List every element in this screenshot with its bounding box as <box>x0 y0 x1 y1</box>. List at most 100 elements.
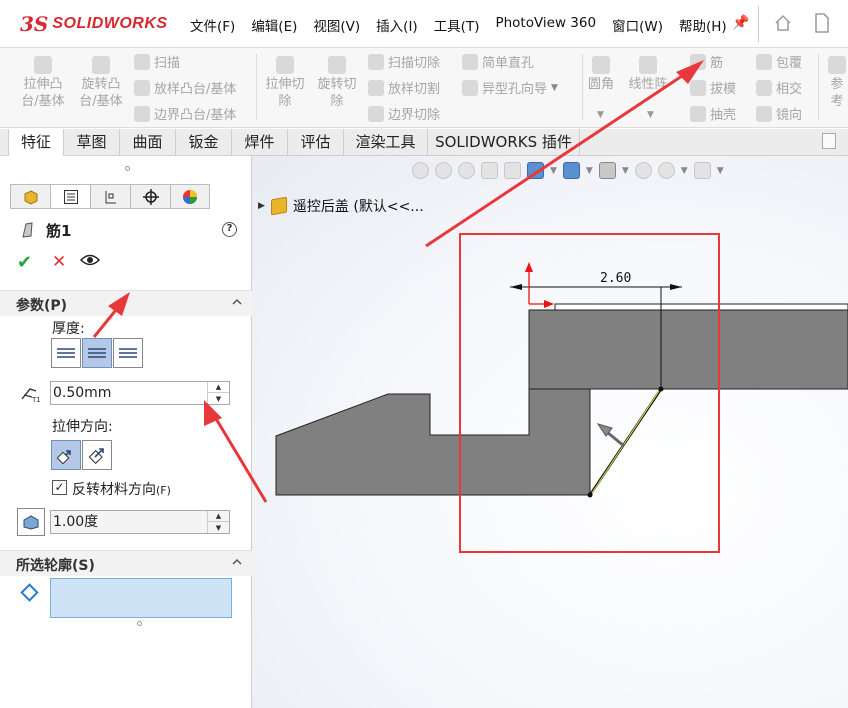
ribbon-separator <box>256 54 257 120</box>
cancel-x-icon[interactable]: ✕ <box>52 252 66 272</box>
chevron-up-icon[interactable] <box>232 297 242 307</box>
dimension-text[interactable]: 2.60 <box>600 271 631 286</box>
tab-features[interactable]: 特征 <box>8 129 64 156</box>
thickness-first-side-button[interactable] <box>51 338 81 368</box>
tab-evaluate[interactable]: 评估 <box>288 129 344 156</box>
normal-to-sketch-button[interactable] <box>82 440 112 470</box>
hole-wizard-button[interactable]: 异型孔向导 ▼ <box>462 78 558 97</box>
sweep-button[interactable]: 扫描 <box>134 52 180 71</box>
linear-pattern-button[interactable]: 线性阵 <box>624 56 672 93</box>
selected-contours-group-header[interactable]: 所选轮廓(S) <box>0 550 252 576</box>
revolve-cut-icon <box>328 56 346 74</box>
selected-contours-list[interactable] <box>50 578 232 618</box>
list-resize-handle[interactable] <box>137 621 142 626</box>
revolve-boss-button[interactable]: 旋转凸 台/基体 <box>76 56 126 110</box>
rib-button[interactable]: 筋 <box>690 52 723 71</box>
menu-tools[interactable]: 工具(T) <box>426 15 488 35</box>
rib-feature-icon <box>22 222 33 238</box>
extrude-cut-icon <box>276 56 294 74</box>
part-body[interactable] <box>275 309 848 496</box>
spin-down-icon[interactable]: ▼ <box>208 393 229 404</box>
draft-angle-input[interactable]: 1.00度 ▲ ▼ <box>50 510 230 534</box>
loft-cut-button[interactable]: 放样切割 <box>368 78 440 97</box>
wrap-button[interactable]: 包覆 <box>756 52 802 71</box>
parameters-group-header[interactable]: 参数(P) <box>0 290 252 316</box>
pin-icon[interactable]: 📌 <box>732 15 749 31</box>
sweep-cut-button[interactable]: 扫描切除 <box>368 52 440 71</box>
reference-geometry-button[interactable]: 参考 <box>826 56 848 110</box>
flip-material-checkbox[interactable]: ✓ <box>52 480 67 495</box>
parallel-to-sketch-button[interactable] <box>51 440 81 470</box>
simple-hole-button[interactable]: 简单直孔 <box>462 52 534 71</box>
preview-eye-icon[interactable] <box>80 253 100 267</box>
draft-angle-value: 1.00度 <box>53 514 99 530</box>
menu-edit[interactable]: 编辑(E) <box>243 15 305 35</box>
extrude-boss-button[interactable]: 拉伸凸 台/基体 <box>20 56 66 110</box>
dimxpert-manager-tab[interactable] <box>130 184 170 209</box>
revolve-boss-icon <box>92 56 110 74</box>
chevron-up-icon[interactable] <box>232 557 242 567</box>
chevron-down-icon[interactable]: ▼ <box>597 110 604 120</box>
boundary-boss-button[interactable]: 边界凸台/基体 <box>134 104 236 123</box>
feature-manager-tab[interactable] <box>10 184 50 209</box>
rib-sketch-highlight <box>591 390 660 494</box>
flip-material-text: 反转材料方向 <box>72 482 156 498</box>
loft-boss-label: 放样凸台/基体 <box>154 82 237 97</box>
menu-help[interactable]: 帮助(H) <box>671 15 735 35</box>
hole-wizard-icon <box>462 79 478 96</box>
dimension-arrow-right <box>670 284 682 290</box>
tab-surfaces[interactable]: 曲面 <box>120 129 176 156</box>
triad-x-arrowhead <box>544 300 554 308</box>
sketch-endpoint <box>587 492 593 498</box>
tab-solidworks-addins[interactable]: SOLIDWORKS 插件 <box>428 129 580 156</box>
tab-sheet-metal[interactable]: 钣金 <box>176 129 232 156</box>
thickness-both-sides-button[interactable] <box>82 338 112 368</box>
extrude-cut-button[interactable]: 拉伸切 除 <box>262 56 308 110</box>
property-manager-tab[interactable] <box>50 184 90 209</box>
draft-toggle-button[interactable] <box>17 508 45 536</box>
menu-view[interactable]: 视图(V) <box>305 15 368 35</box>
tab-sketch[interactable]: 草图 <box>64 129 120 156</box>
tab-weldments[interactable]: 焊件 <box>232 129 288 156</box>
graphics-area[interactable]: ▼ ▼ ▼ ▼ ▼ ▶ 遥控后盖 (默认<<... 2.60 <box>252 156 848 708</box>
display-manager-tab[interactable] <box>170 184 210 209</box>
menu-photoview[interactable]: PhotoView 360 <box>487 15 604 35</box>
draft-angle-spinner[interactable]: ▲ ▼ <box>207 511 229 533</box>
command-manager: 拉伸凸 台/基体 旋转凸 台/基体 扫描 放样凸台/基体 边界凸台/基体 拉伸切… <box>0 48 848 128</box>
ok-check-icon[interactable]: ✔ <box>17 252 32 273</box>
tab-render-tools[interactable]: 渲染工具 <box>344 129 428 156</box>
help-icon[interactable]: ? <box>222 222 237 237</box>
menu-file[interactable]: 文件(F) <box>182 15 243 35</box>
boundary-cut-button[interactable]: 边界切除 <box>368 104 440 123</box>
chevron-down-icon[interactable]: ▼ <box>551 83 558 93</box>
home-icon[interactable] <box>774 14 792 32</box>
revolve-boss-label: 旋转凸 台/基体 <box>79 77 123 109</box>
configuration-manager-tab[interactable] <box>90 184 130 209</box>
rib-label: 筋 <box>710 56 724 71</box>
shell-button[interactable]: 抽壳 <box>690 104 736 123</box>
new-document-icon[interactable] <box>814 13 830 33</box>
loft-boss-button[interactable]: 放样凸台/基体 <box>134 78 236 97</box>
thickness-spinner[interactable]: ▲ ▼ <box>207 382 229 404</box>
thickness-second-side-button[interactable] <box>113 338 143 368</box>
revolve-cut-button[interactable]: 旋转切 除 <box>314 56 360 110</box>
draft-on-off-icon <box>23 515 39 530</box>
tab-options-icon[interactable] <box>822 133 836 149</box>
mirror-button[interactable]: 镜向 <box>756 104 802 123</box>
thickness-input[interactable]: 0.50mm ▲ ▼ <box>50 381 230 405</box>
spin-down-icon[interactable]: ▼ <box>208 522 229 533</box>
panel-resize-handle[interactable] <box>125 166 130 171</box>
chevron-down-icon[interactable]: ▼ <box>647 110 654 120</box>
fillet-button[interactable]: 圆角 <box>584 56 618 93</box>
logo-mark: 3S <box>20 12 49 36</box>
loft-cut-icon <box>368 79 384 96</box>
solidworks-logo[interactable]: 3S SOLIDWORKS <box>20 10 168 38</box>
shell-label: 抽壳 <box>710 108 737 123</box>
intersect-button[interactable]: 相交 <box>756 78 802 97</box>
draft-button[interactable]: 拔模 <box>690 78 736 97</box>
menu-insert[interactable]: 插入(I) <box>368 15 426 35</box>
menu-window[interactable]: 窗口(W) <box>604 15 671 35</box>
intersect-label: 相交 <box>776 82 803 97</box>
command-tabs: 特征 草图 曲面 钣金 焊件 评估 渲染工具 SOLIDWORKS 插件 <box>0 129 848 156</box>
manager-tabs <box>10 184 210 209</box>
